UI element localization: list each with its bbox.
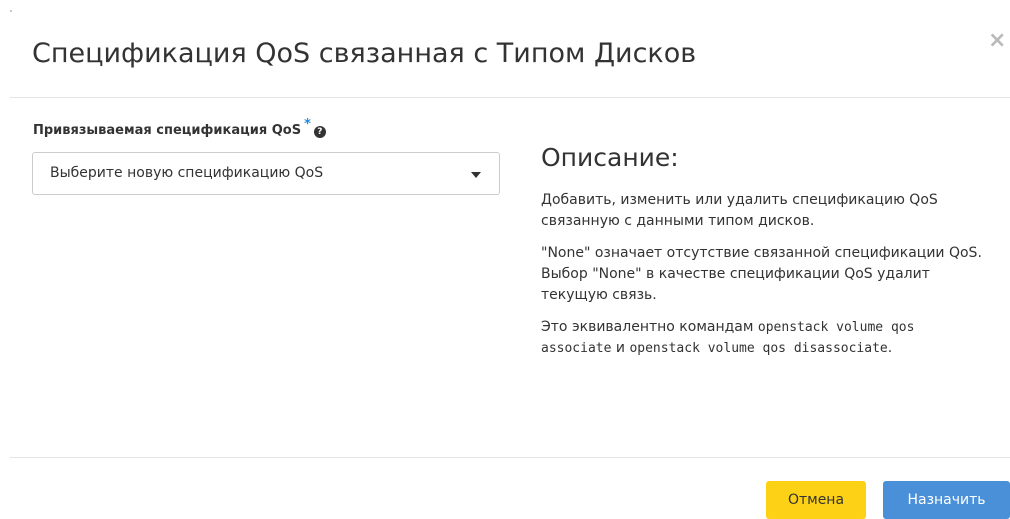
description-heading: Описание: (541, 143, 679, 172)
submit-button[interactable]: Назначить (883, 481, 1010, 519)
footer-divider (10, 457, 1010, 458)
description-paragraph-3: Это эквивалентно командам openstack volu… (541, 317, 991, 359)
help-icon[interactable]: ? (313, 126, 326, 138)
description-body: Добавить, изменить или удалить специфика… (541, 190, 991, 370)
description-paragraph-1: Добавить, изменить или удалить специфика… (541, 192, 938, 229)
chevron-down-icon (471, 172, 481, 178)
associate-qos-modal: Спецификация QoS связанная с Типом Диско… (0, 0, 1010, 519)
header-divider (10, 97, 1010, 98)
close-icon[interactable]: × (988, 28, 1010, 54)
description-p3-conj: и (611, 340, 630, 356)
description-paragraph-2: "None" означает отсутствие связанной спе… (541, 245, 982, 303)
description-p3-prefix: Это эквивалентно командам (541, 319, 758, 335)
cancel-button[interactable]: Отмена (766, 481, 866, 519)
qos-spec-label-text: Привязываемая спецификация QoS (33, 123, 302, 138)
modal-title: Спецификация QoS связанная с Типом Диско… (32, 38, 697, 69)
qos-spec-select[interactable]: Выберите новую спецификацию QoS (32, 152, 500, 195)
qos-spec-label: Привязываемая спецификация QoS *? (33, 117, 326, 138)
corner-dot (10, 10, 12, 12)
required-marker: * (304, 117, 311, 132)
qos-spec-select-value: Выберите новую спецификацию QoS (50, 165, 324, 181)
command-disassociate: openstack volume qos disassociate (629, 341, 888, 356)
description-p3-suffix: . (887, 340, 893, 356)
